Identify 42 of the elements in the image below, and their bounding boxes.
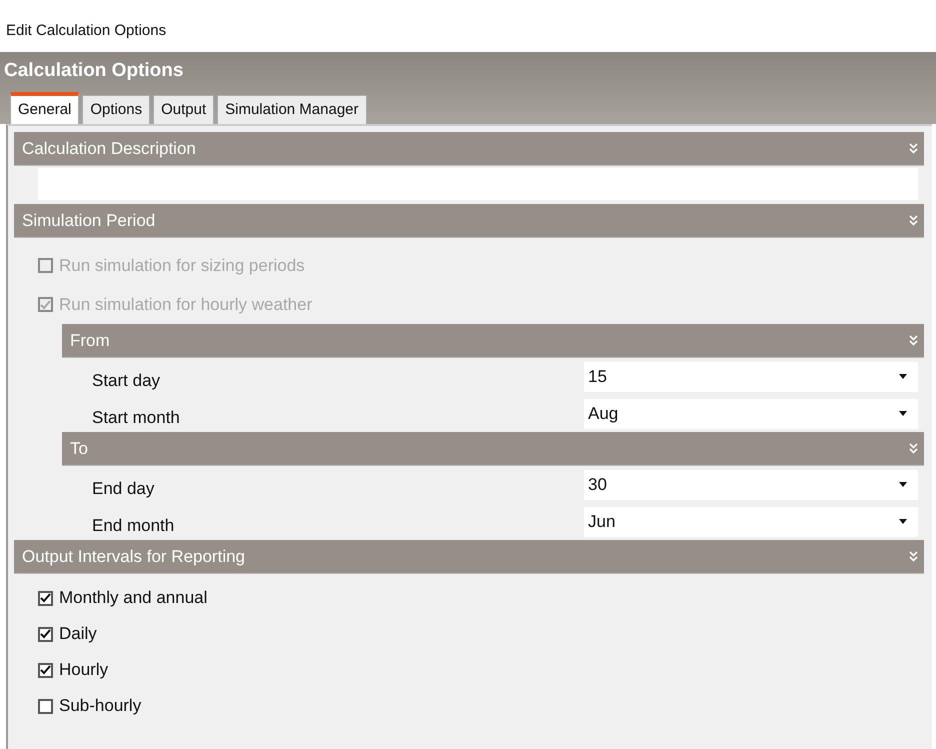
checkbox-label: Monthly and annual <box>59 588 208 608</box>
double-chevron-icon[interactable] <box>909 550 918 562</box>
section-title: Calculation Description <box>22 138 196 158</box>
double-chevron-icon[interactable] <box>909 334 918 346</box>
double-chevron-icon[interactable] <box>909 214 918 226</box>
checkbox-label: Hourly <box>59 660 108 680</box>
checkbox-label: Daily <box>59 624 97 644</box>
double-chevron-icon[interactable] <box>909 442 918 454</box>
dropdown[interactable]: Aug <box>584 398 918 428</box>
check-icon <box>40 300 51 310</box>
section-title: To <box>70 438 88 458</box>
panel-title: Calculation Options <box>4 59 184 83</box>
section-title: Simulation Period <box>22 210 156 230</box>
checkbox[interactable] <box>38 626 53 642</box>
caret-icon <box>898 518 908 524</box>
checkbox[interactable] <box>38 590 53 606</box>
tab[interactable]: Simulation Manager <box>217 95 367 124</box>
tab[interactable]: Options <box>82 95 150 124</box>
dropdown[interactable]: 30 <box>584 470 918 500</box>
checkbox-label: Sub-hourly <box>59 696 142 716</box>
check-icon <box>40 629 51 639</box>
checkbox[interactable] <box>38 698 53 714</box>
section-title: From <box>70 330 110 350</box>
tab[interactable]: Output <box>153 95 214 124</box>
field-label: Start day <box>91 370 162 390</box>
field-label: End month <box>91 514 176 536</box>
caret-icon <box>898 482 908 488</box>
check-icon <box>40 593 51 603</box>
checkbox-label: Run simulation for sizing periods <box>59 256 305 276</box>
caret-icon <box>898 410 908 416</box>
dropdown[interactable]: Jun <box>584 506 918 536</box>
field-label: End day <box>91 478 156 498</box>
double-chevron-icon[interactable] <box>909 142 918 154</box>
dropdown[interactable]: 15 <box>584 362 918 392</box>
tab[interactable]: General <box>10 92 80 124</box>
caret-icon <box>898 374 908 380</box>
section-title: Output Intervals for Reporting <box>22 546 246 566</box>
window-title: Edit Calculation Options <box>5 21 168 41</box>
checkbox[interactable] <box>38 662 53 678</box>
field-label: Start month <box>91 406 181 428</box>
checkbox-label: Run simulation for hourly weather <box>59 294 312 314</box>
check-icon <box>40 665 51 675</box>
